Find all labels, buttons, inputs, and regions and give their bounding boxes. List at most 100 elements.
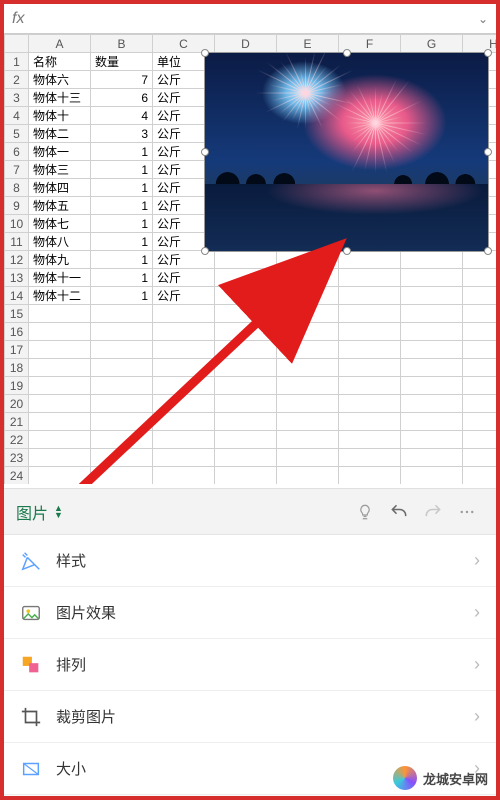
cell[interactable] xyxy=(215,323,277,341)
cell[interactable]: 1 xyxy=(91,143,153,161)
cell[interactable] xyxy=(91,431,153,449)
cell[interactable] xyxy=(153,359,215,377)
cell[interactable] xyxy=(401,395,463,413)
cell[interactable] xyxy=(339,413,401,431)
cell[interactable] xyxy=(401,305,463,323)
cell[interactable]: 公斤 xyxy=(153,269,215,287)
cell[interactable]: 物体一 xyxy=(29,143,91,161)
cell[interactable] xyxy=(339,359,401,377)
cell[interactable] xyxy=(339,467,401,485)
select-all-corner[interactable] xyxy=(5,35,29,53)
row-header[interactable]: 3 xyxy=(5,89,29,107)
menu-item-crop[interactable]: 裁剪图片› xyxy=(4,691,496,743)
cell[interactable] xyxy=(277,467,339,485)
cell[interactable]: 物体九 xyxy=(29,251,91,269)
cell[interactable]: 1 xyxy=(91,215,153,233)
cell[interactable] xyxy=(29,431,91,449)
cell[interactable] xyxy=(215,413,277,431)
cell[interactable]: 3 xyxy=(91,125,153,143)
cell[interactable]: 1 xyxy=(91,161,153,179)
redo-button[interactable] xyxy=(416,495,450,529)
cell[interactable] xyxy=(153,341,215,359)
row-header[interactable]: 21 xyxy=(5,413,29,431)
resize-handle-bl[interactable] xyxy=(201,247,209,255)
cell[interactable] xyxy=(463,431,497,449)
resize-handle-tl[interactable] xyxy=(201,49,209,57)
cell[interactable]: 1 xyxy=(91,197,153,215)
row-header[interactable]: 24 xyxy=(5,467,29,485)
undo-button[interactable] xyxy=(382,495,416,529)
cell[interactable] xyxy=(29,395,91,413)
cell[interactable] xyxy=(277,269,339,287)
more-button[interactable] xyxy=(450,495,484,529)
cell[interactable] xyxy=(339,269,401,287)
cell[interactable]: 物体三 xyxy=(29,161,91,179)
cell[interactable] xyxy=(401,341,463,359)
row-header[interactable]: 17 xyxy=(5,341,29,359)
row-header[interactable]: 13 xyxy=(5,269,29,287)
cell[interactable] xyxy=(215,467,277,485)
row-header[interactable]: 14 xyxy=(5,287,29,305)
cell[interactable] xyxy=(29,359,91,377)
cell[interactable] xyxy=(339,305,401,323)
cell[interactable] xyxy=(401,377,463,395)
cell[interactable] xyxy=(277,251,339,269)
cell[interactable] xyxy=(401,323,463,341)
cell[interactable] xyxy=(153,449,215,467)
cell[interactable] xyxy=(153,305,215,323)
col-header-A[interactable]: A xyxy=(29,35,91,53)
cell[interactable] xyxy=(277,287,339,305)
row-header[interactable]: 23 xyxy=(5,449,29,467)
cell[interactable]: 物体八 xyxy=(29,233,91,251)
cell[interactable] xyxy=(91,305,153,323)
cell[interactable] xyxy=(277,305,339,323)
cell[interactable] xyxy=(339,323,401,341)
cell[interactable] xyxy=(29,377,91,395)
cell[interactable]: 名称 xyxy=(29,53,91,71)
cell[interactable]: 物体十三 xyxy=(29,89,91,107)
row-header[interactable]: 6 xyxy=(5,143,29,161)
menu-item-effect[interactable]: 图片效果› xyxy=(4,587,496,639)
cell[interactable] xyxy=(29,467,91,485)
idea-button[interactable] xyxy=(348,495,382,529)
cell[interactable] xyxy=(215,377,277,395)
col-header-G[interactable]: G xyxy=(401,35,463,53)
cell[interactable] xyxy=(277,395,339,413)
row-header[interactable]: 10 xyxy=(5,215,29,233)
cell[interactable] xyxy=(463,467,497,485)
cell[interactable]: 1 xyxy=(91,251,153,269)
row-header[interactable]: 12 xyxy=(5,251,29,269)
cell[interactable] xyxy=(29,305,91,323)
cell[interactable]: 4 xyxy=(91,107,153,125)
cell[interactable]: 1 xyxy=(91,269,153,287)
resize-handle-mr[interactable] xyxy=(484,148,492,156)
resize-handle-ml[interactable] xyxy=(201,148,209,156)
cell[interactable] xyxy=(153,467,215,485)
cell[interactable] xyxy=(277,359,339,377)
cell[interactable] xyxy=(339,431,401,449)
cell[interactable]: 物体十二 xyxy=(29,287,91,305)
cell[interactable]: 物体二 xyxy=(29,125,91,143)
cell[interactable]: 物体五 xyxy=(29,197,91,215)
row-header[interactable]: 16 xyxy=(5,323,29,341)
cell[interactable] xyxy=(153,377,215,395)
formula-input[interactable] xyxy=(32,4,477,33)
cell[interactable] xyxy=(153,395,215,413)
cell[interactable] xyxy=(463,287,497,305)
cell[interactable] xyxy=(277,413,339,431)
cell[interactable] xyxy=(91,449,153,467)
cell[interactable] xyxy=(91,395,153,413)
row-header[interactable]: 5 xyxy=(5,125,29,143)
cell[interactable] xyxy=(463,413,497,431)
col-header-D[interactable]: D xyxy=(215,35,277,53)
cell[interactable]: 1 xyxy=(91,233,153,251)
cell[interactable] xyxy=(215,305,277,323)
cell[interactable] xyxy=(215,395,277,413)
spreadsheet[interactable]: ABCDEFGH 1名称数量单位2物体六7公斤3物体十三6公斤4物体十4公斤5物… xyxy=(4,34,496,484)
cell[interactable]: 公斤 xyxy=(153,287,215,305)
cell[interactable] xyxy=(215,431,277,449)
row-header[interactable]: 15 xyxy=(5,305,29,323)
cell[interactable] xyxy=(401,269,463,287)
cell[interactable] xyxy=(215,251,277,269)
cell[interactable]: 物体四 xyxy=(29,179,91,197)
